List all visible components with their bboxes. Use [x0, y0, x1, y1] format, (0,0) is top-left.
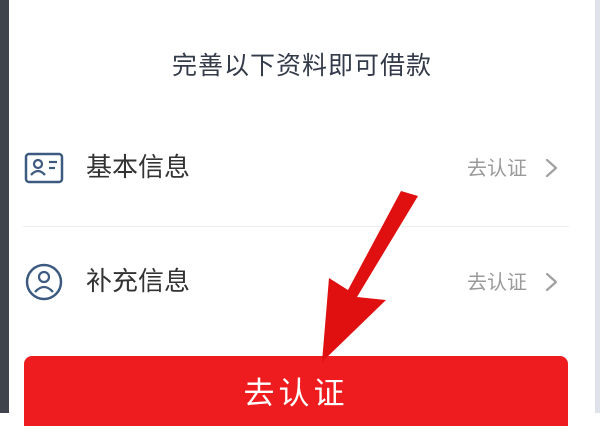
row-supplementary-info-label: 补充信息 — [86, 267, 191, 297]
row-supplementary-info[interactable]: 补充信息 去认证 — [9, 234, 575, 330]
id-card-icon — [24, 148, 64, 188]
right-backdrop-strip — [595, 0, 600, 413]
row-supplementary-info-action[interactable]: 去认证 — [467, 267, 527, 297]
chevron-right-icon — [543, 268, 561, 296]
verification-card: 完善以下资料即可借款 基本信息 去认证 补充信息 去认证 去认证 — [9, 0, 595, 426]
row-divider — [23, 226, 569, 227]
row-basic-info[interactable]: 基本信息 去认证 — [9, 120, 575, 216]
row-basic-info-label: 基本信息 — [86, 153, 191, 183]
page-title: 完善以下资料即可借款 — [171, 51, 432, 80]
row-basic-info-action[interactable]: 去认证 — [467, 153, 527, 183]
user-circle-icon — [24, 262, 64, 302]
verify-button[interactable]: 去认证 — [24, 356, 568, 426]
chevron-right-icon — [543, 154, 561, 182]
left-backdrop-strip — [0, 0, 9, 413]
